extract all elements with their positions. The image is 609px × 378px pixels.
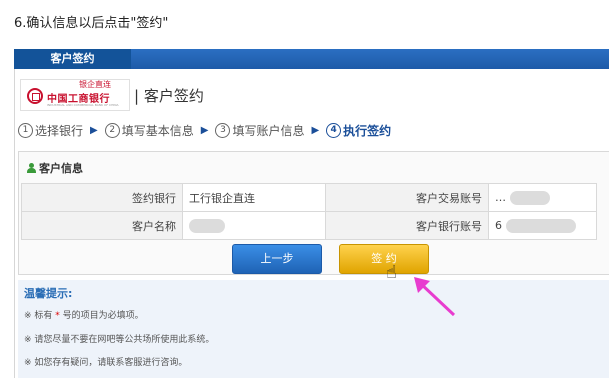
step-4: 4 执行签约: [326, 122, 391, 139]
step-2: 2 填写基本信息: [104, 122, 194, 139]
redaction-blur: [509, 190, 550, 205]
bank-account-text: 6: [495, 218, 502, 232]
value-customer-name: [182, 211, 326, 240]
value-sign-bank: 工行银企直连: [182, 183, 326, 212]
step-1: 1 选择银行: [18, 122, 83, 139]
step-number: 2: [104, 123, 120, 138]
instruction-text: 6.确认信息以后点击"签约": [14, 16, 169, 31]
tips-title: 温馨提示:: [24, 287, 73, 300]
required-star: *: [55, 311, 60, 321]
tip-prefix: ※ 标有: [24, 311, 53, 321]
label-trade-account: 客户交易账号: [325, 183, 489, 212]
tab-bar: 客户签约: [14, 49, 609, 69]
annotation-arrow-icon: [414, 277, 456, 317]
label-customer-name: 客户名称: [21, 211, 183, 240]
sign-button[interactable]: 签 约: [339, 244, 429, 274]
tab-customer-sign[interactable]: 客户签约: [14, 49, 131, 69]
step-number: 1: [18, 123, 33, 138]
arrow-right-icon: ▶: [311, 125, 320, 136]
section-title-text: 客户信息: [39, 162, 83, 175]
table-row: 客户名称 客户银行账号 6: [21, 211, 597, 240]
customer-info-table: 签约银行 工行银企直连 客户交易账号 … 客户名称 客户银行账号 6: [21, 183, 597, 240]
tip-line-2: ※ 请您尽量不要在网吧等公共场所使用此系统。: [24, 335, 215, 345]
user-icon: [27, 163, 36, 173]
arrow-right-icon: ▶: [200, 125, 209, 136]
table-row: 签约银行 工行银企直连 客户交易账号 …: [21, 183, 597, 212]
icbc-emblem-icon: [27, 88, 43, 104]
step-number: 4: [326, 123, 342, 138]
section-title: 客户信息: [27, 160, 83, 176]
logo-badge: 银企直连: [79, 80, 111, 89]
page-title: | 客户签约: [134, 86, 204, 105]
redaction-blur: [189, 218, 225, 233]
step-label: 填写账户信息: [232, 124, 305, 138]
value-bank-account: 6: [488, 211, 597, 240]
step-3: 3 填写账户信息: [215, 122, 304, 139]
logo-english: INDUSTRIAL AND COMMERCIAL BANK OF CHINA: [47, 103, 119, 107]
label-sign-bank: 签约银行: [21, 183, 183, 212]
step-number: 3: [215, 123, 231, 138]
redaction-blur: [505, 218, 576, 233]
trade-account-text: …: [495, 190, 506, 204]
step-progress: 1 选择银行 ▶ 2 填写基本信息 ▶ 3 填写账户信息 ▶ 4 执行签约: [18, 122, 391, 139]
tip-line-3: ※ 如您存有疑问，请联系客服进行咨询。: [24, 358, 188, 368]
step-label: 执行签约: [343, 124, 392, 138]
bank-logo-icon: 中国工商银行 银企直连 INDUSTRIAL AND COMMERCIAL BA…: [20, 79, 130, 111]
step-label: 填写基本信息: [121, 124, 194, 138]
label-bank-account: 客户银行账号: [325, 211, 489, 240]
prev-step-button[interactable]: 上一步: [232, 244, 322, 274]
step-label: 选择银行: [35, 124, 84, 138]
tip-line-1: ※ 标有 * 号的项目为必填项。: [24, 308, 144, 321]
tip-suffix: 号的项目为必填项。: [62, 311, 144, 321]
header-row: 中国工商银行 银企直连 INDUSTRIAL AND COMMERCIAL BA…: [20, 78, 204, 112]
tips-section: 温馨提示: ※ 标有 * 号的项目为必填项。 ※ 请您尽量不要在网吧等公共场所使…: [18, 280, 609, 378]
arrow-right-icon: ▶: [90, 125, 98, 136]
value-trade-account: …: [488, 183, 597, 212]
